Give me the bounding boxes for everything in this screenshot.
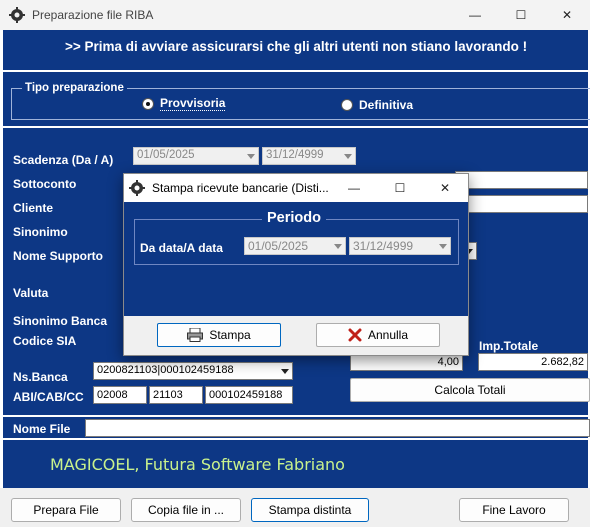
- stampa-ricevute-dialog: Stampa ricevute bancarie (Disti... — ☐ ✕…: [123, 173, 469, 356]
- dialog-body: Periodo Da data/A data 01/05/2025 31/12/…: [124, 202, 468, 316]
- cc-field[interactable]: 000102459188: [205, 386, 293, 404]
- annulla-button[interactable]: Annulla: [316, 323, 440, 347]
- tipo-preparazione-legend: Tipo preparazione: [22, 82, 127, 94]
- fine-lavoro-button[interactable]: Fine Lavoro: [459, 498, 569, 522]
- dialog-maximize-button[interactable]: ☐: [377, 174, 423, 202]
- chevron-down-icon: [344, 154, 352, 159]
- scadenza-da-combo[interactable]: 01/05/2025: [133, 147, 259, 165]
- stampa-button[interactable]: Stampa: [157, 323, 281, 347]
- nome-file-field[interactable]: [85, 419, 590, 437]
- sottoconto-label: Sottoconto: [13, 177, 77, 191]
- divider: [3, 415, 588, 417]
- scadenza-a-combo[interactable]: 31/12/4999: [262, 147, 356, 165]
- scadenza-label: Scadenza (Da / A): [13, 153, 114, 167]
- bottom-button-bar: Prepara File Copia file in ... Stampa di…: [0, 488, 590, 527]
- chevron-down-icon: [439, 244, 447, 249]
- window-title: Preparazione file RIBA: [32, 8, 154, 22]
- copia-file-button[interactable]: Copia file in ...: [131, 498, 241, 522]
- calcola-totali-button[interactable]: Calcola Totali: [350, 378, 590, 402]
- sottoconto-field[interactable]: [455, 171, 588, 189]
- divider: [3, 438, 588, 440]
- radio-unselected-icon: [341, 99, 353, 111]
- window-titlebar: Preparazione file RIBA — ☐ ✕: [0, 0, 590, 30]
- valuta-label: Valuta: [13, 286, 49, 300]
- dialog-titlebar: Stampa ricevute bancarie (Disti... — ☐ ✕: [124, 174, 468, 202]
- dialog-title: Stampa ricevute bancarie (Disti...: [152, 181, 329, 195]
- app-gear-icon: [9, 7, 25, 23]
- imp-totale-field[interactable]: 2.682,82: [478, 353, 588, 371]
- radio-definitiva[interactable]: Definitiva: [341, 98, 413, 112]
- stampa-distinta-button[interactable]: Stampa distinta: [251, 498, 369, 522]
- close-button[interactable]: ✕: [544, 0, 590, 30]
- dialog-footer: Stampa Annulla: [124, 316, 468, 355]
- sinonimo-banca-label: Sinonimo Banca: [13, 314, 108, 328]
- minimize-button[interactable]: —: [452, 0, 498, 30]
- prepara-file-button[interactable]: Prepara File: [11, 498, 121, 522]
- dialog-minimize-button[interactable]: —: [331, 174, 377, 202]
- cliente-field[interactable]: [455, 195, 588, 213]
- maximize-button[interactable]: ☐: [498, 0, 544, 30]
- abi-cab-cc-label: ABI/CAB/CC: [13, 390, 84, 404]
- radio-selected-icon: [142, 97, 154, 110]
- da-data-label: Da data/A data: [140, 241, 223, 255]
- nome-supporto-label: Nome Supporto: [13, 249, 103, 263]
- app-gear-icon: [129, 180, 145, 196]
- dialog-da-data-combo[interactable]: 01/05/2025: [244, 237, 346, 255]
- radio-provvisoria[interactable]: Provvisoria: [142, 96, 226, 111]
- cancel-x-icon: [348, 328, 362, 342]
- chevron-down-icon: [281, 369, 289, 374]
- periodo-legend: Periodo: [262, 210, 326, 226]
- company-footer-text: MAGICOEL, Futura Software Fabriano: [50, 455, 345, 474]
- ns-banca-label: Ns.Banca: [13, 370, 68, 384]
- cab-field[interactable]: 21103: [149, 386, 203, 404]
- chevron-down-icon: [334, 244, 342, 249]
- cliente-label: Cliente: [13, 201, 54, 215]
- abi-field[interactable]: 02008: [93, 386, 147, 404]
- warning-text: >> Prima di avviare assicurarsi che gli …: [65, 39, 528, 54]
- nome-file-label: Nome File: [13, 422, 71, 436]
- warning-banner: >> Prima di avviare assicurarsi che gli …: [3, 30, 588, 70]
- chevron-down-icon: [247, 154, 255, 159]
- divider: [3, 126, 588, 128]
- printer-icon: [187, 328, 204, 342]
- sinonimo-label: Sinonimo: [13, 225, 68, 239]
- imp-totale-label: Imp.Totale: [479, 339, 539, 353]
- codice-sia-label: Codice SIA: [13, 334, 77, 348]
- dialog-close-button[interactable]: ✕: [422, 174, 468, 202]
- dialog-a-data-combo[interactable]: 31/12/4999: [349, 237, 451, 255]
- ns-banca-combo[interactable]: 0200821103|000102459188: [93, 362, 293, 380]
